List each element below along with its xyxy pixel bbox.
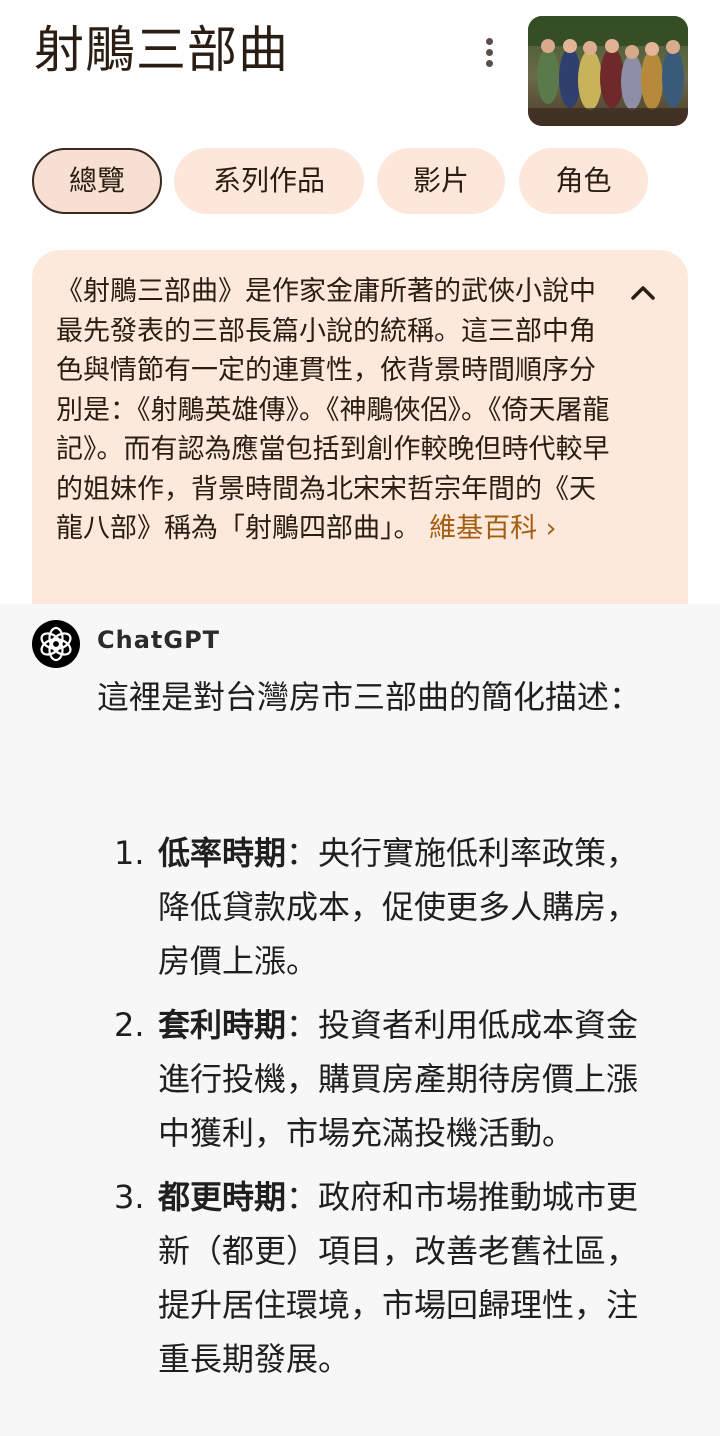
- message-intro: 這裡是對台灣房市三部曲的簡化描述：: [97, 678, 642, 716]
- summary-text: 《射鵰三部曲》是作家金庸所著的武俠小說中最先發表的三部長篇小說的統稱。這三部中角…: [56, 272, 612, 549]
- list-number: 2.: [114, 1006, 145, 1044]
- tab-overview[interactable]: 總覽: [32, 148, 162, 214]
- list-item: 2. 套利時期：投資者利用低成本資金進行投機，購買房產期待房價上漲中獲利，市場充滿…: [110, 998, 663, 1160]
- list-term: 都更時期: [158, 1178, 287, 1216]
- summary-card: 《射鵰三部曲》是作家金庸所著的武俠小說中最先發表的三部長篇小說的統稱。這三部中角…: [32, 250, 688, 620]
- tab-series-works[interactable]: 系列作品: [174, 148, 364, 214]
- tab-videos[interactable]: 影片: [377, 148, 505, 214]
- author-name: ChatGPT: [97, 626, 221, 654]
- list-term: 套利時期: [158, 1006, 287, 1044]
- wikipedia-link[interactable]: 維基百科 ›: [429, 513, 556, 544]
- list-item: 1. 低率時期：央行實施低利率政策，降低貸款成本，促使更多人購房，房價上漲。: [110, 826, 663, 988]
- phase-list: 1. 低率時期：央行實施低利率政策，降低貸款成本，促使更多人購房，房價上漲。 2.…: [110, 826, 670, 1396]
- list-item: 3. 都更時期：政府和市場推動城市更新（都更）項目，改善老舊社區，提升居住環境，市…: [110, 1170, 663, 1386]
- page-title: 射鵰三部曲: [34, 21, 289, 79]
- list-number: 3.: [114, 1178, 145, 1216]
- tab-characters[interactable]: 角色: [519, 148, 648, 214]
- chat-message: ChatGPT 這裡是對台灣房市三部曲的簡化描述： 1. 低率時期：央行實施低利率…: [0, 604, 720, 1436]
- chevron-up-icon[interactable]: [628, 278, 658, 308]
- list-number: 1.: [114, 834, 145, 872]
- knowledge-panel: 射鵰三部曲 總覽 系列作品 影片 角色 《射鵰三部曲》是作家金庸所著的武俠小說中…: [0, 0, 720, 620]
- openai-logo-icon: [32, 620, 80, 668]
- summary-body: 《射鵰三部曲》是作家金庸所著的武俠小說中最先發表的三部長篇小說的統稱。這三部中角…: [56, 276, 610, 544]
- thumbnail-image[interactable]: [528, 16, 688, 126]
- more-vert-icon[interactable]: [478, 36, 502, 70]
- list-term: 低率時期: [158, 834, 287, 872]
